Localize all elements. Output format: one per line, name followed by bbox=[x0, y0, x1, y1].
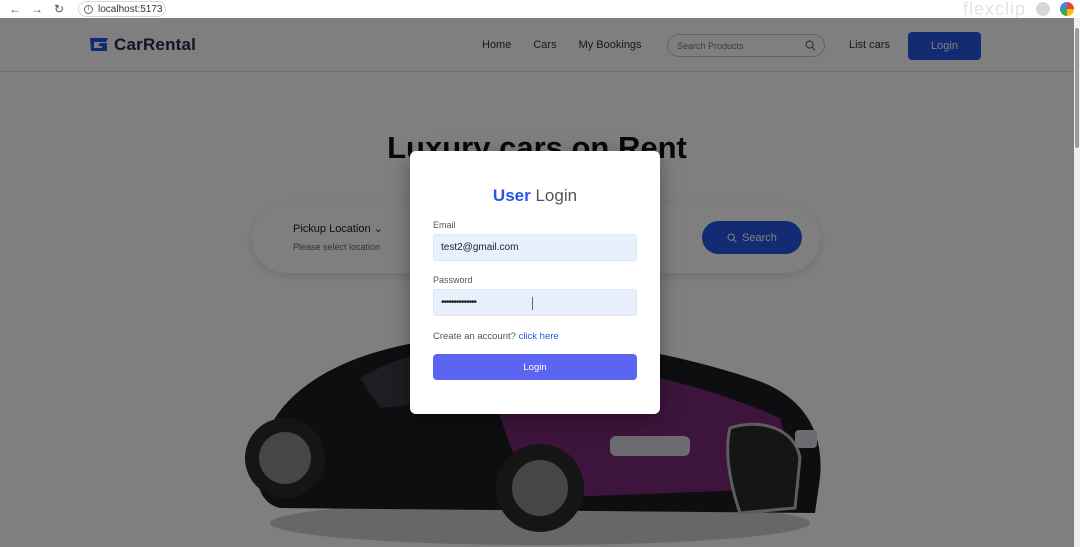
login-submit-button[interactable]: Login bbox=[433, 354, 637, 380]
page: CarRental Home Cars My Bookings Search P… bbox=[0, 18, 1074, 547]
email-label: Email bbox=[433, 220, 456, 230]
browser-app-icon[interactable] bbox=[1060, 2, 1074, 16]
signup-prompt: Create an account? click here bbox=[433, 331, 559, 342]
modal-title: User Login bbox=[410, 186, 660, 206]
address-text: localhost:5173 bbox=[98, 3, 163, 15]
profile-icon[interactable] bbox=[1036, 2, 1050, 16]
page-scrollbar[interactable] bbox=[1074, 18, 1080, 547]
browser-toolbar: ← → ↻ i localhost:5173 flexclip bbox=[0, 0, 1080, 19]
email-value: test2@gmail.com bbox=[441, 242, 519, 253]
signup-link[interactable]: click here bbox=[519, 331, 559, 342]
address-bar[interactable]: i localhost:5173 bbox=[78, 1, 166, 17]
password-label: Password bbox=[433, 275, 473, 285]
modal-title-rest: Login bbox=[535, 186, 578, 205]
password-field[interactable]: •••••••••••••• bbox=[433, 289, 637, 316]
text-caret bbox=[532, 297, 533, 310]
email-field[interactable]: test2@gmail.com bbox=[433, 234, 637, 261]
login-modal: User Login Email test2@gmail.com Passwor… bbox=[410, 151, 660, 414]
password-value: •••••••••••••• bbox=[441, 297, 477, 308]
watermark: flexclip bbox=[962, 0, 1026, 19]
scrollbar-thumb[interactable] bbox=[1075, 28, 1079, 148]
forward-arrow-icon[interactable]: → bbox=[26, 0, 48, 18]
browser-tools: flexclip bbox=[962, 0, 1074, 19]
signup-prefix: Create an account? bbox=[433, 331, 516, 342]
site-info-icon[interactable]: i bbox=[84, 4, 93, 14]
modal-title-accent: User bbox=[492, 186, 531, 205]
back-arrow-icon[interactable]: ← bbox=[4, 0, 26, 18]
reload-icon[interactable]: ↻ bbox=[48, 0, 70, 18]
